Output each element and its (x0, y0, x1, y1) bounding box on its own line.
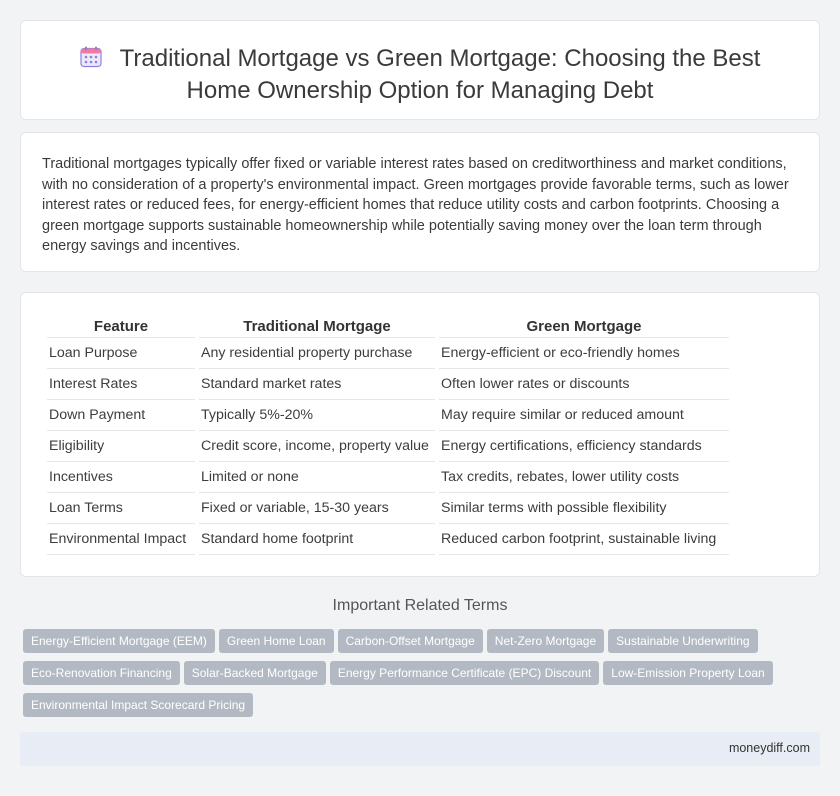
page-title: Traditional Mortgage vs Green Mortgage: … (21, 43, 819, 107)
traditional-cell: Limited or none (199, 462, 435, 493)
term-tag[interactable]: Energy Performance Certificate (EPC) Dis… (329, 661, 600, 685)
term-tag[interactable]: Environmental Impact Scorecard Pricing (23, 693, 254, 717)
header-green: Green Mortgage (439, 316, 729, 338)
footer-bar: moneydiff.com (20, 732, 820, 766)
term-tag[interactable]: Low-Emission Property Loan (603, 661, 773, 685)
feature-cell: Loan Terms (47, 493, 195, 524)
term-tag[interactable]: Eco-Renovation Financing (23, 661, 180, 685)
table-row: Loan Terms Fixed or variable, 15-30 year… (47, 493, 729, 524)
intro-paragraph: Traditional mortgages typically offer fi… (42, 156, 789, 254)
table-row: Eligibility Credit score, income, proper… (47, 431, 729, 462)
traditional-cell: Standard home footprint (199, 524, 435, 555)
green-cell: Tax credits, rebates, lower utility cost… (439, 462, 729, 493)
term-tag[interactable]: Solar-Backed Mortgage (183, 661, 326, 685)
green-cell: Energy-efficient or eco-friendly homes (439, 338, 729, 369)
green-cell: May require similar or reduced amount (439, 400, 729, 431)
intro-card: Traditional mortgages typically offer fi… (20, 132, 820, 272)
table-row: Loan Purpose Any residential property pu… (47, 338, 729, 369)
calendar-icon (80, 46, 102, 68)
traditional-cell: Typically 5%-20% (199, 400, 435, 431)
term-tag[interactable]: Net-Zero Mortgage (486, 629, 605, 653)
term-tag[interactable]: Sustainable Underwriting (608, 629, 758, 653)
header-card: Traditional Mortgage vs Green Mortgage: … (20, 20, 820, 120)
site-name[interactable]: moneydiff.com (729, 741, 810, 755)
title-line-1: Traditional Mortgage vs Green Mortgage: … (119, 45, 761, 72)
table-row: Environmental Impact Standard home footp… (47, 524, 729, 555)
table-row: Incentives Limited or none Tax credits, … (47, 462, 729, 493)
green-cell: Similar terms with possible flexibility (439, 493, 729, 524)
table-row: Down Payment Typically 5%-20% May requir… (47, 400, 729, 431)
traditional-cell: Fixed or variable, 15-30 years (199, 493, 435, 524)
table-row: Interest Rates Standard market rates Oft… (47, 369, 729, 400)
header-feature: Feature (47, 316, 195, 338)
green-cell: Reduced carbon footprint, sustainable li… (439, 524, 729, 555)
term-tag[interactable]: Carbon-Offset Mortgage (337, 629, 483, 653)
related-terms-list: Energy-Efficient Mortgage (EEM) Green Hom… (23, 629, 813, 725)
title-line-2: Home Ownership Option for Managing Debt (186, 77, 654, 104)
table-header-row: Feature Traditional Mortgage Green Mortg… (47, 316, 729, 338)
comparison-table: Feature Traditional Mortgage Green Mortg… (43, 316, 733, 555)
green-cell: Energy certifications, efficiency standa… (439, 431, 729, 462)
traditional-cell: Credit score, income, property value (199, 431, 435, 462)
green-cell: Often lower rates or discounts (439, 369, 729, 400)
term-tag[interactable]: Energy-Efficient Mortgage (EEM) (23, 629, 215, 653)
term-tag[interactable]: Green Home Loan (218, 629, 334, 653)
feature-cell: Loan Purpose (47, 338, 195, 369)
related-terms-heading: Important Related Terms (332, 597, 508, 614)
feature-cell: Interest Rates (47, 369, 195, 400)
feature-cell: Environmental Impact (47, 524, 195, 555)
traditional-cell: Standard market rates (199, 369, 435, 400)
header-traditional: Traditional Mortgage (199, 316, 435, 338)
feature-cell: Eligibility (47, 431, 195, 462)
comparison-card: Feature Traditional Mortgage Green Mortg… (20, 292, 820, 577)
traditional-cell: Any residential property purchase (199, 338, 435, 369)
feature-cell: Incentives (47, 462, 195, 493)
feature-cell: Down Payment (47, 400, 195, 431)
